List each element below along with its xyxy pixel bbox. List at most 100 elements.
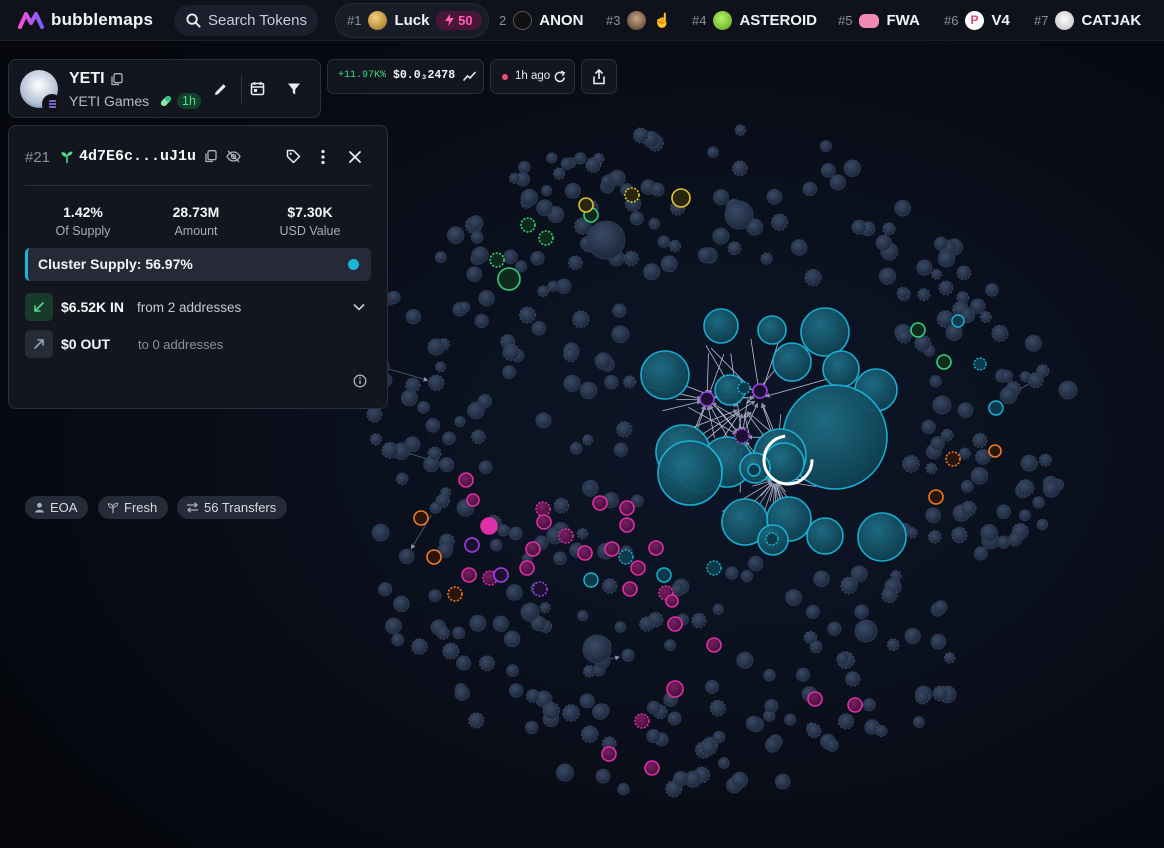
wallet-bubble[interactable]: [933, 236, 948, 251]
cluster-bubble[interactable]: [630, 560, 646, 576]
wallet-bubble[interactable]: [985, 283, 999, 297]
wallet-bubble[interactable]: [727, 241, 742, 256]
wallet-bubble[interactable]: [917, 288, 931, 301]
wallet-bubble[interactable]: [673, 771, 689, 787]
wallet-bubble[interactable]: [525, 688, 540, 703]
wallet-bubble[interactable]: [617, 782, 630, 796]
wallet-bubble[interactable]: [524, 720, 539, 735]
wallet-bubble[interactable]: [660, 255, 678, 273]
wallet-bubble[interactable]: [612, 303, 627, 318]
wallet-bubble[interactable]: [427, 446, 442, 461]
wallet-bubble[interactable]: [436, 626, 450, 640]
wallet-bubble[interactable]: [572, 310, 590, 329]
wallet-bubble[interactable]: [503, 249, 518, 265]
cluster-bubble[interactable]: [535, 501, 551, 517]
share-button[interactable]: [581, 59, 617, 94]
wallet-bubble[interactable]: [602, 578, 618, 594]
wallet-bubble[interactable]: [458, 301, 471, 313]
wallet-bubble[interactable]: [766, 188, 783, 205]
cluster-bubble[interactable]: [558, 528, 574, 544]
tag-icon[interactable]: [286, 149, 301, 164]
cluster-bubble[interactable]: [666, 680, 684, 698]
wallet-bubble[interactable]: [564, 182, 581, 199]
trending-token-5[interactable]: #5 FWA: [838, 3, 920, 38]
trending-token-2[interactable]: 2 ANON: [499, 3, 583, 38]
wallet-bubble[interactable]: [616, 421, 633, 438]
wallet-bubble[interactable]: [515, 260, 528, 273]
wallet-bubble[interactable]: [613, 442, 629, 457]
wallet-bubble[interactable]: [568, 255, 583, 270]
wallet-bubble[interactable]: [921, 419, 936, 435]
wallet-bubble[interactable]: [614, 621, 627, 633]
wallet-bubble[interactable]: [933, 600, 948, 615]
wallet-bubble[interactable]: [697, 247, 714, 264]
wallet-bubble[interactable]: [530, 250, 545, 266]
wallet-bubble[interactable]: [667, 711, 682, 726]
cluster-bubble[interactable]: [706, 637, 722, 653]
wallet-bubble[interactable]: [411, 638, 428, 655]
wallet-bubble[interactable]: [405, 308, 422, 325]
wallet-bubble[interactable]: [556, 278, 572, 294]
wallet-bubble[interactable]: [467, 401, 485, 420]
wallet-bubble[interactable]: [470, 230, 484, 244]
wallet-bubble[interactable]: [973, 546, 988, 561]
wallet-bubble[interactable]: [820, 163, 836, 178]
wallet-bubble[interactable]: [854, 619, 878, 643]
trending-token-7[interactable]: #7 CATJAK: [1034, 3, 1141, 38]
tag-chip-fresh[interactable]: Fresh: [98, 496, 169, 519]
eye-off-icon[interactable]: [226, 150, 241, 163]
wallet-bubble[interactable]: [439, 457, 455, 473]
trending-token-6[interactable]: #6 P V4: [944, 3, 1010, 38]
cluster-bubble[interactable]: [464, 537, 480, 553]
cluster-bubble[interactable]: [619, 500, 635, 516]
wallet-bubble[interactable]: [806, 723, 822, 739]
wallet-bubble[interactable]: [837, 713, 855, 730]
wallet-bubble[interactable]: [938, 280, 954, 296]
wallet-bubble[interactable]: [471, 246, 489, 264]
wallet-bubble[interactable]: [428, 374, 445, 392]
wallet-bubble[interactable]: [862, 698, 876, 712]
wallet-bubble[interactable]: [709, 699, 727, 717]
wallet-bubble[interactable]: [646, 700, 661, 715]
wallet-bubble[interactable]: [467, 215, 484, 231]
wallet-bubble[interactable]: [691, 612, 707, 629]
wallet-bubble[interactable]: [643, 263, 661, 281]
close-icon[interactable]: [349, 151, 361, 163]
wallet-bubble[interactable]: [456, 655, 472, 671]
wallet-bubble[interactable]: [506, 664, 519, 677]
wallet-bubble[interactable]: [531, 321, 547, 336]
last-updated-pill[interactable]: 1h ago: [490, 59, 575, 94]
wallet-bubble[interactable]: [712, 189, 730, 206]
wallet-bubble[interactable]: [492, 615, 509, 632]
wallet-bubble[interactable]: [393, 595, 410, 613]
wallet-bubble[interactable]: [845, 671, 861, 687]
wallet-bubble[interactable]: [712, 730, 726, 744]
wallet-bubble[interactable]: [819, 140, 832, 153]
wallet-bubble[interactable]: [471, 429, 486, 444]
wallet-bubble[interactable]: [454, 415, 466, 428]
wallet-bubble[interactable]: [956, 265, 972, 281]
wallet-bubble[interactable]: [1020, 454, 1038, 472]
wallet-bubble[interactable]: [579, 381, 598, 400]
cluster-bubble[interactable]: [577, 545, 593, 561]
cluster-bubble[interactable]: [520, 217, 536, 233]
wallet-bubble[interactable]: [428, 589, 442, 603]
wallet-bubble[interactable]: [912, 716, 925, 729]
wallet-bubble[interactable]: [434, 251, 447, 264]
wallet-bubble[interactable]: [957, 402, 974, 418]
wallet-bubble[interactable]: [932, 395, 952, 415]
wallet-bubble[interactable]: [632, 127, 649, 144]
wallet-bubble[interactable]: [535, 412, 552, 429]
wallet-bubble[interactable]: [712, 227, 730, 245]
wallet-bubble[interactable]: [639, 616, 655, 632]
wallet-bubble[interactable]: [943, 651, 956, 664]
wallet-bubble[interactable]: [914, 689, 930, 705]
wallet-bubble[interactable]: [621, 648, 635, 662]
wallet-bubble[interactable]: [1024, 334, 1042, 352]
wallet-bubble[interactable]: [489, 538, 503, 552]
wallet-bubble[interactable]: [897, 329, 912, 344]
wallet-bubble[interactable]: [378, 582, 393, 597]
wallet-bubble[interactable]: [442, 431, 456, 446]
price-pill[interactable]: +11.97K% $0.0₃2478: [327, 59, 484, 94]
cluster-bubble[interactable]: [466, 493, 480, 507]
